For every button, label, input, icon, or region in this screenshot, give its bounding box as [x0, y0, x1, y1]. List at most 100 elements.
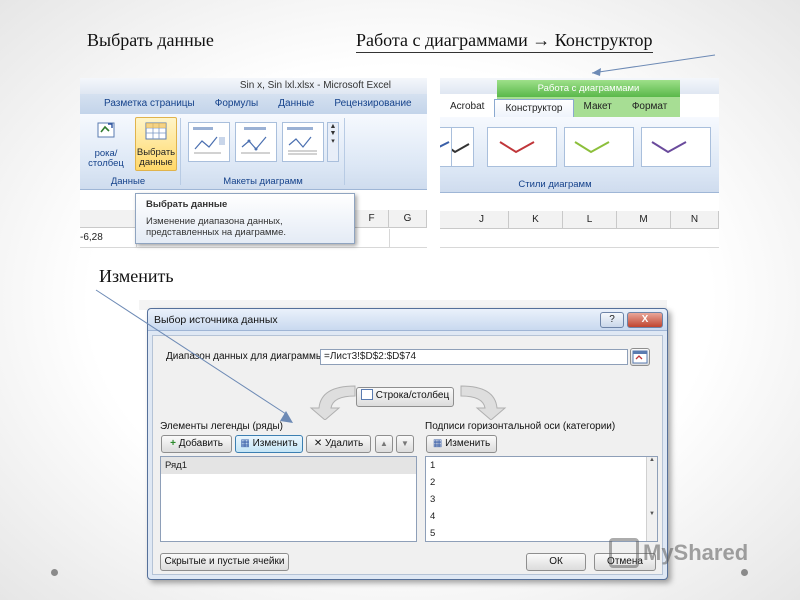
watermark-logo-icon — [609, 538, 639, 568]
layout-thumbnail-icon — [241, 127, 270, 154]
select-data-label: Выбрать данные — [136, 147, 176, 168]
category-list-scrollbar[interactable]: ▲ ▼ — [646, 457, 657, 541]
delete-label: Удалить — [324, 438, 364, 449]
group-separator — [180, 118, 181, 185]
select-data-button[interactable]: Выбрать данные — [135, 117, 177, 171]
column-header[interactable]: G — [389, 210, 427, 228]
group-label-layouts: Макеты диаграмм — [223, 176, 303, 187]
heading-change: Изменить — [99, 266, 174, 286]
switch-row-col-label: Строка/столбец — [375, 390, 450, 401]
help-button[interactable]: ? — [600, 312, 624, 328]
tooltip-title: Выбрать данные — [146, 199, 228, 210]
grid-data-row — [440, 230, 719, 248]
cell-value[interactable]: -6,28 — [80, 232, 103, 243]
hidden-empty-cells-button[interactable]: Скрытые и пустые ячейки — [160, 553, 289, 571]
tab-layout[interactable]: Макет — [574, 97, 622, 117]
move-up-button[interactable]: ▲ — [375, 435, 393, 453]
tab-formulas[interactable]: Формулы — [205, 94, 269, 114]
dialog-body: Диапазон данных для диаграммы: =Лист3!$D… — [152, 335, 663, 575]
list-item[interactable]: 4 — [426, 508, 657, 525]
ribbon-tabs: Разметка страницы Формулы Данные Рецензи… — [80, 94, 427, 114]
chart-layout-2[interactable] — [235, 122, 277, 162]
collapse-dialog-icon — [632, 350, 648, 364]
chart-tools-context-band: Работа с диаграммами — [497, 80, 680, 97]
column-header[interactable]: K — [509, 211, 563, 229]
group-separator — [344, 118, 345, 185]
category-list[interactable]: 1 2 3 4 5 ▲ ▼ — [425, 456, 658, 542]
layout-thumbnail-icon — [287, 127, 317, 155]
list-item[interactable]: 2 — [426, 474, 657, 491]
edit-axis-button[interactable]: ▦ Изменить — [426, 435, 497, 453]
tooltip-text: Изменение диапазона данных, представленн… — [146, 216, 287, 238]
edit-label: Изменить — [252, 438, 298, 449]
add-series-button[interactable]: + Добавить — [161, 435, 232, 453]
column-header[interactable]: F — [355, 210, 389, 228]
select-data-source-dialog: Выбор источника данных ? X Диапазон данн… — [147, 308, 668, 580]
table-icon: ▦ — [240, 438, 250, 449]
style-line-icon — [499, 141, 535, 154]
tab-data[interactable]: Данные — [268, 94, 324, 114]
slide-bullet — [51, 569, 58, 576]
column-header[interactable]: N — [671, 211, 719, 229]
edit-series-button[interactable]: ▦ Изменить — [235, 435, 303, 453]
style-line-icon — [651, 141, 687, 154]
style-line-icon — [574, 141, 610, 154]
list-item[interactable]: 1 — [426, 457, 657, 474]
chart-style-partial[interactable] — [440, 127, 452, 167]
list-item[interactable]: 3 — [426, 491, 657, 508]
watermark-text: MyShared — [643, 540, 749, 565]
excel-ribbon-screenshot-right: Работа с диаграммами Acrobat Конструктор… — [440, 78, 719, 248]
delete-series-button[interactable]: ✕ Удалить — [306, 435, 371, 453]
axis-labels-label: Подписи горизонтальной оси (категории) — [425, 421, 616, 432]
arrow-head-icon — [592, 68, 601, 76]
window-title: Sin x, Sin lxl.xlsx - Microsoft Excel — [80, 78, 427, 94]
list-item[interactable]: Ряд1 — [161, 457, 416, 474]
range-label: Диапазон данных для диаграммы: — [166, 351, 326, 362]
collapse-range-button[interactable] — [630, 348, 650, 366]
arrow-up-icon: ▲ — [380, 439, 388, 448]
tab-acrobat[interactable]: Acrobat — [440, 97, 494, 117]
column-header[interactable]: J — [455, 211, 509, 229]
column-header[interactable]: M — [617, 211, 671, 229]
tab-format[interactable]: Формат — [622, 97, 678, 117]
group-label-styles: Стили диаграмм — [518, 179, 592, 190]
select-data-tooltip: Выбрать данные Изменение диапазона данны… — [135, 193, 355, 244]
chart-layout-1[interactable] — [188, 122, 230, 162]
heading-select-data: Выбрать данные — [87, 30, 214, 50]
tab-page-layout[interactable]: Разметка страницы — [94, 94, 205, 114]
column-header[interactable]: L — [563, 211, 617, 229]
switch-row-col-button[interactable]: рока/столбец — [80, 118, 132, 170]
switch-row-col-dialog-button[interactable]: Строка/столбец — [356, 387, 454, 407]
legend-entries-label: Элементы легенды (ряды) — [160, 421, 284, 432]
slide: Выбрать данные Работа с диаграммами → Ко… — [0, 0, 800, 600]
ribbon-body: рока/столбец Выбрать данные Данные ▲ ▼ ▾… — [80, 114, 427, 190]
slide-bullet — [741, 569, 748, 576]
series-list[interactable]: Ряд1 — [160, 456, 417, 542]
arrow-down-icon: ▼ — [401, 439, 409, 448]
chart-style-2[interactable] — [487, 127, 557, 167]
layout-thumbnail-icon — [193, 127, 225, 154]
select-data-icon — [145, 122, 167, 140]
ribbon-body: Стили диаграмм — [440, 117, 719, 193]
chart-style-4[interactable] — [641, 127, 711, 167]
delete-icon: ✕ — [313, 438, 323, 449]
tab-design[interactable]: Конструктор — [494, 98, 574, 118]
table-icon: ▦ — [432, 438, 443, 449]
add-label: Добавить — [178, 438, 223, 449]
ok-button[interactable]: ОК — [526, 553, 586, 571]
layouts-gallery-scroll[interactable]: ▲ ▼ ▾ — [327, 122, 339, 162]
move-down-button[interactable]: ▼ — [396, 435, 414, 453]
column-header-row: J K L M N — [440, 211, 719, 229]
range-input[interactable]: =Лист3!$D$2:$D$74 — [320, 349, 628, 365]
chart-style-3[interactable] — [564, 127, 634, 167]
group-label-data: Данные — [110, 176, 146, 187]
dialog-title: Выбор источника данных — [148, 309, 667, 331]
switch-row-col-icon — [97, 122, 115, 138]
add-icon: + — [170, 438, 176, 449]
close-button[interactable]: X — [627, 312, 663, 328]
edit-label: Изменить — [445, 438, 491, 449]
switch-row-col-label: рока/столбец — [88, 148, 124, 169]
chart-layout-3[interactable] — [282, 122, 324, 162]
tab-review[interactable]: Рецензирование — [324, 94, 421, 114]
pointer-line-context-tab — [591, 54, 716, 74]
